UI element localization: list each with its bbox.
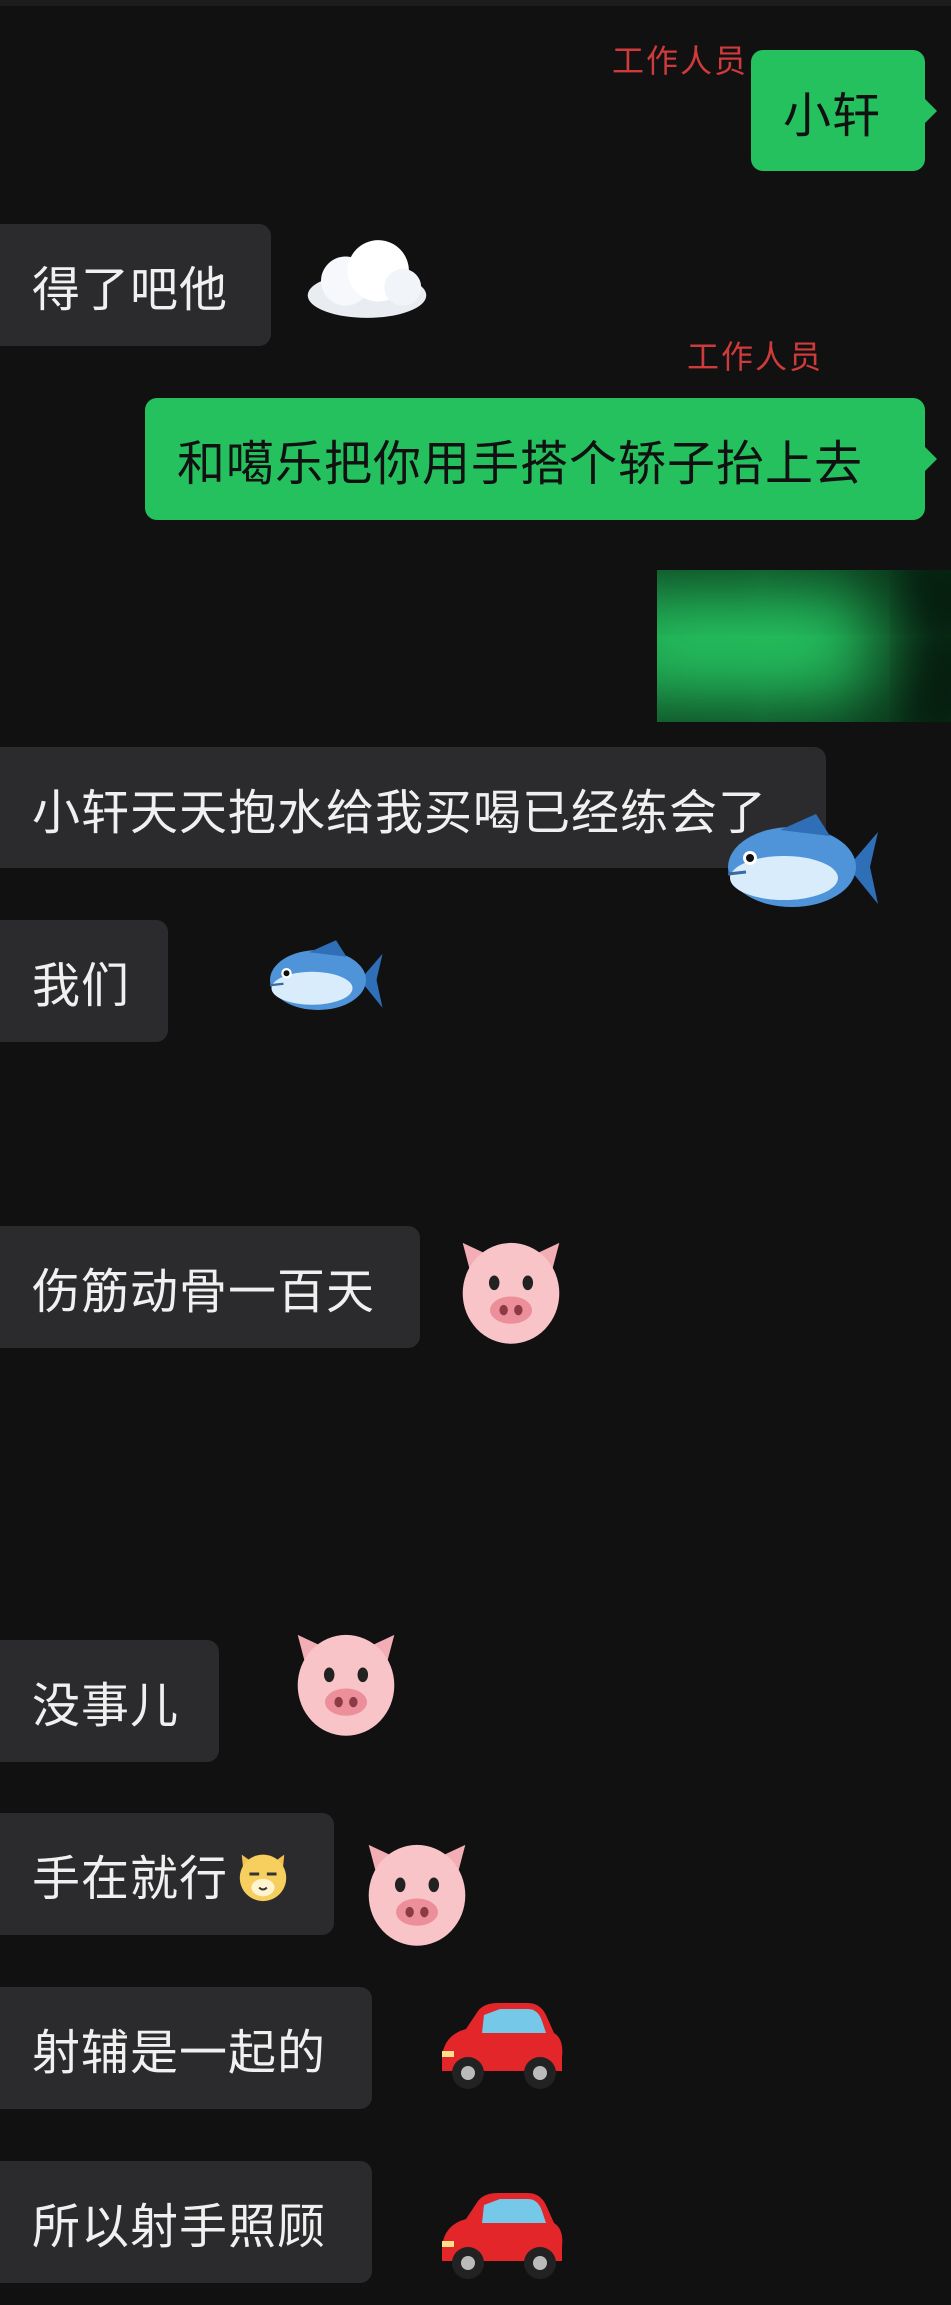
received-message-bubble[interactable]: 没事儿 — [0, 1640, 219, 1762]
message-text: 手在就行 — [32, 1851, 229, 1907]
message-text: 所以射手照顾 — [32, 2199, 327, 2255]
cropped-sent-bubble — [657, 570, 951, 722]
sent-message-bubble[interactable]: 和噶乐把你用手搭个轿子抬上去 — [145, 398, 937, 520]
message-text: 小轩 — [783, 87, 882, 144]
staff-label: 工作人员 — [687, 338, 824, 376]
cat-face-icon — [234, 1845, 292, 1903]
received-message-bubble[interactable]: 我们 — [0, 920, 168, 1042]
red-car-icon — [428, 2180, 568, 2290]
received-message-bubble[interactable]: 得了吧他 — [0, 224, 271, 346]
received-message-bubble[interactable]: 小轩天天抱水给我买喝已经练会了 — [0, 747, 826, 868]
received-message-bubble[interactable]: 手在就行 — [0, 1813, 334, 1935]
sent-message-bubble[interactable]: 小轩 — [751, 50, 937, 171]
bubble-tail — [925, 98, 937, 123]
message-text: 我们 — [32, 958, 131, 1014]
red-car-icon — [428, 1990, 568, 2100]
received-message-bubble[interactable]: 射辅是一起的 — [0, 1987, 372, 2109]
fish-icon — [720, 806, 880, 928]
cloud-icon — [300, 232, 434, 324]
message-text: 得了吧他 — [32, 262, 229, 318]
bubble-tail — [925, 447, 937, 471]
message-text: 射辅是一起的 — [32, 2025, 327, 2081]
fish-icon — [264, 934, 384, 1026]
message-text: 小轩天天抱水给我买喝已经练会了 — [32, 784, 768, 841]
message-text: 和噶乐把你用手搭个轿子抬上去 — [177, 436, 864, 492]
received-message-bubble[interactable]: 所以射手照顾 — [0, 2161, 372, 2283]
message-text: 伤筋动骨一百天 — [32, 1264, 376, 1320]
top-divider — [0, 0, 951, 6]
message-text: 没事儿 — [32, 1678, 180, 1734]
staff-label: 工作人员 — [612, 42, 749, 80]
received-message-bubble[interactable]: 伤筋动骨一百天 — [0, 1226, 420, 1348]
pig-icon — [283, 1616, 409, 1742]
pig-icon — [354, 1826, 480, 1952]
pig-icon — [448, 1224, 574, 1350]
